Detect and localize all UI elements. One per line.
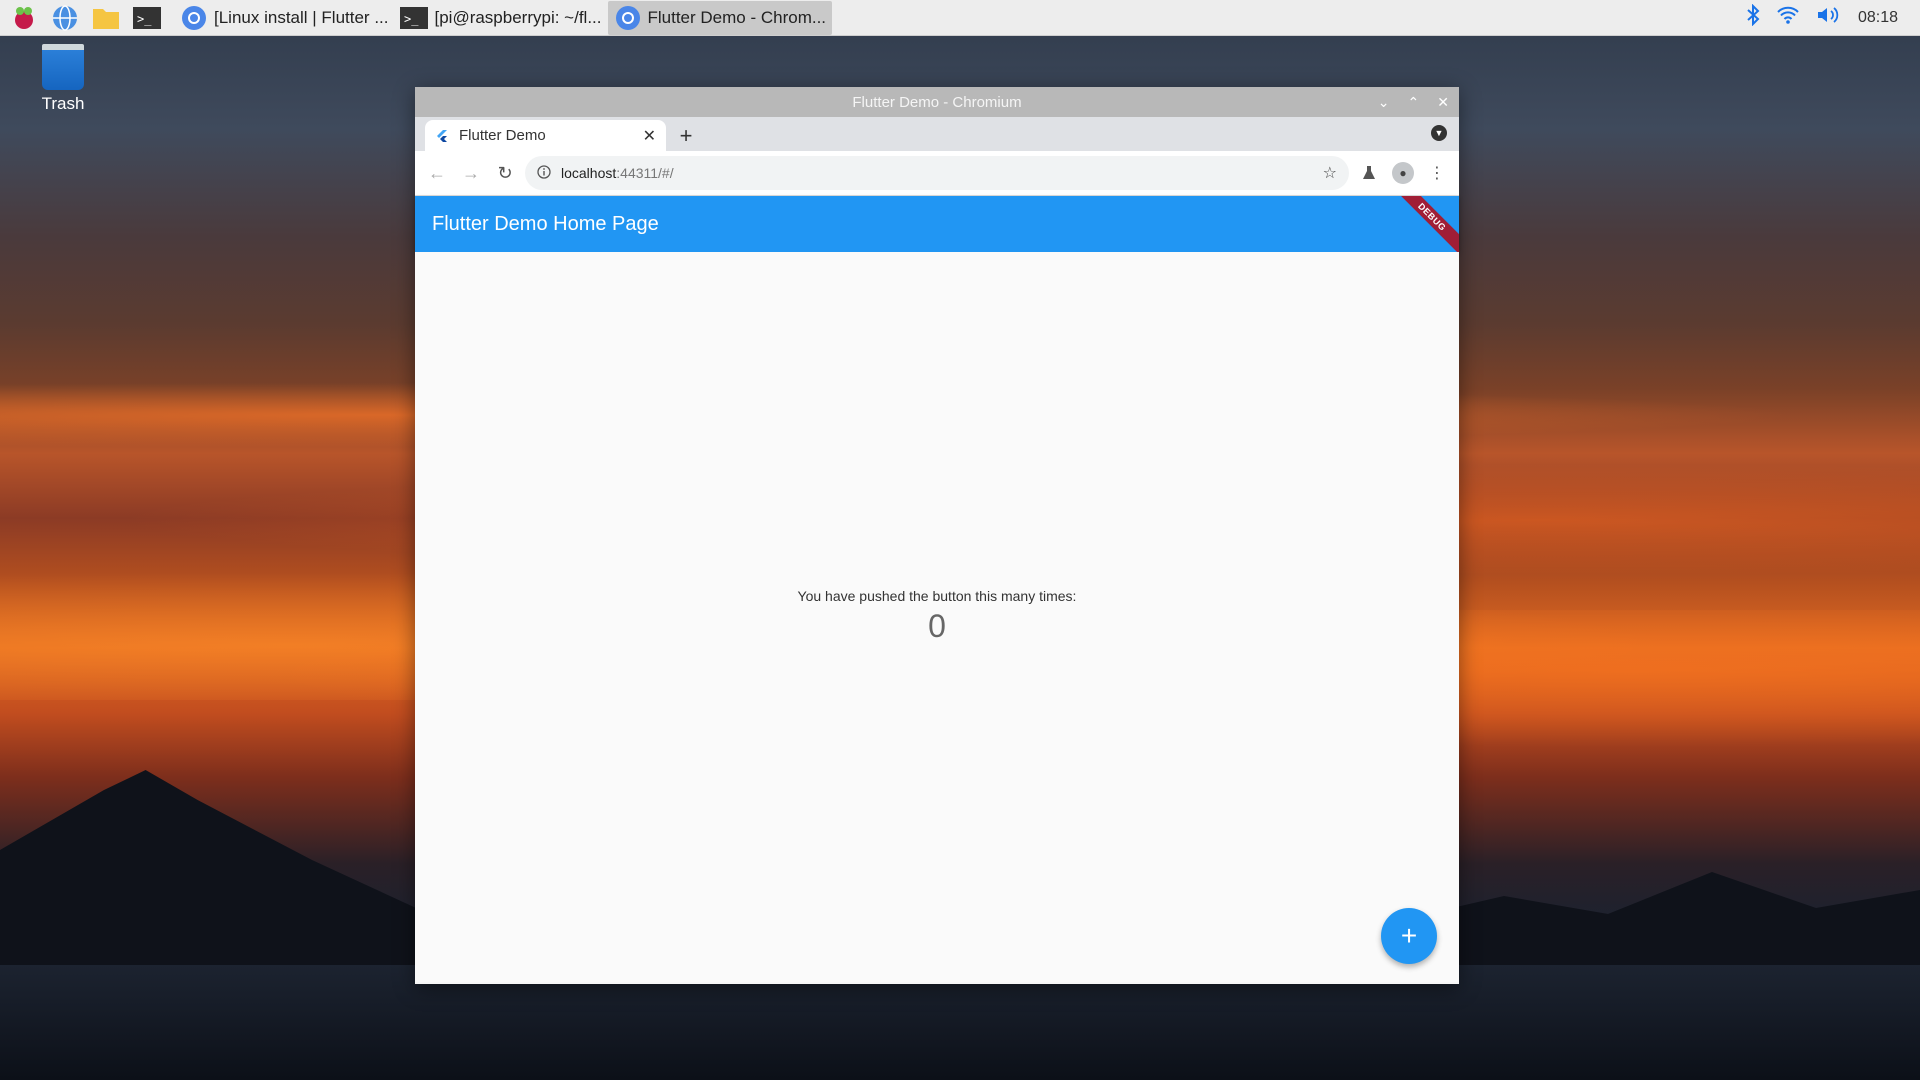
profile-button[interactable]: ●: [1389, 159, 1417, 187]
window-controls: ⌄ ⌃ ✕: [1378, 87, 1449, 117]
raspberry-pi-menu-icon[interactable]: [7, 1, 41, 35]
tab-flutter-demo[interactable]: Flutter Demo ✕: [425, 120, 666, 151]
reload-icon[interactable]: ↻: [491, 159, 519, 187]
minimize-icon[interactable]: ⌄: [1378, 94, 1390, 111]
window-title: Flutter Demo - Chromium: [852, 93, 1022, 111]
terminal-icon[interactable]: >_: [130, 1, 164, 35]
task-linux-install-flutter[interactable]: [Linux install | Flutter ...: [174, 1, 394, 35]
task-terminal[interactable]: >_ [pi@raspberrypi: ~/fl...: [394, 1, 607, 35]
avatar-icon: ●: [1392, 162, 1414, 184]
web-browser-icon[interactable]: [48, 1, 82, 35]
wifi-icon[interactable]: [1776, 5, 1800, 30]
bluetooth-icon[interactable]: [1746, 3, 1760, 31]
window-titlebar[interactable]: Flutter Demo - Chromium ⌄ ⌃ ✕: [415, 87, 1459, 117]
url-host: localhost: [561, 165, 617, 181]
tab-strip: Flutter Demo ✕ + ▼: [415, 117, 1459, 151]
labs-flask-icon[interactable]: [1355, 159, 1383, 187]
debug-banner: DEBUG: [1388, 196, 1459, 252]
app-bar: Flutter Demo Home Page DEBUG: [415, 196, 1459, 252]
task-label: Flutter Demo - Chrom...: [647, 7, 827, 27]
plus-icon: +: [1400, 920, 1418, 951]
counter-value: 0: [928, 608, 946, 644]
flutter-icon: [435, 129, 449, 143]
task-label: [Linux install | Flutter ...: [214, 7, 389, 27]
counter-message: You have pushed the button this many tim…: [797, 588, 1077, 604]
trash-label: Trash: [41, 94, 85, 113]
volume-icon[interactable]: [1816, 5, 1842, 30]
trash-icon: [42, 44, 84, 90]
menu-kebab-icon[interactable]: ⋮: [1423, 159, 1451, 187]
maximize-icon[interactable]: ⌃: [1408, 94, 1420, 111]
file-manager-icon[interactable]: [89, 1, 123, 35]
task-label: [pi@raspberrypi: ~/fl...: [434, 7, 602, 27]
clock[interactable]: 08:18: [1858, 9, 1898, 27]
tab-title: Flutter Demo: [459, 127, 546, 144]
counter-section: You have pushed the button this many tim…: [415, 588, 1459, 645]
svg-text:>_: >_: [137, 12, 152, 26]
browser-toolbar: ← → ↻ localhost:44311/#/ ☆ ● ⋮: [415, 151, 1459, 196]
bookmark-star-icon[interactable]: ☆: [1323, 163, 1337, 183]
chromium-icon: [614, 4, 642, 32]
new-tab-button[interactable]: +: [671, 120, 701, 151]
task-flutter-demo[interactable]: Flutter Demo - Chrom...: [607, 0, 833, 35]
info-icon[interactable]: [537, 164, 551, 182]
desktop-trash[interactable]: Trash: [38, 44, 88, 114]
tab-close-icon[interactable]: ✕: [643, 126, 656, 146]
browser-window: Flutter Demo - Chromium ⌄ ⌃ ✕ Flutter De…: [415, 87, 1459, 984]
forward-icon[interactable]: →: [457, 159, 485, 187]
taskbar: >_ [Linux install | Flutter ... >_ [pi@r…: [0, 0, 1920, 36]
chromium-icon: [180, 4, 208, 32]
back-icon[interactable]: ←: [423, 159, 451, 187]
tab-search-icon[interactable]: ▼: [1431, 125, 1447, 141]
address-bar[interactable]: localhost:44311/#/ ☆: [525, 156, 1349, 190]
increment-button[interactable]: +: [1381, 908, 1437, 964]
svg-text:>_: >_: [404, 12, 419, 26]
system-tray: 08:18: [1746, 3, 1920, 31]
terminal-icon: >_: [400, 4, 429, 32]
url-path: :44311/#/: [616, 165, 674, 181]
close-icon[interactable]: ✕: [1437, 94, 1449, 111]
app-body: You have pushed the button this many tim…: [415, 252, 1459, 982]
page-title: Flutter Demo Home Page: [432, 212, 659, 235]
wallpaper-mountain: [1400, 872, 1920, 980]
